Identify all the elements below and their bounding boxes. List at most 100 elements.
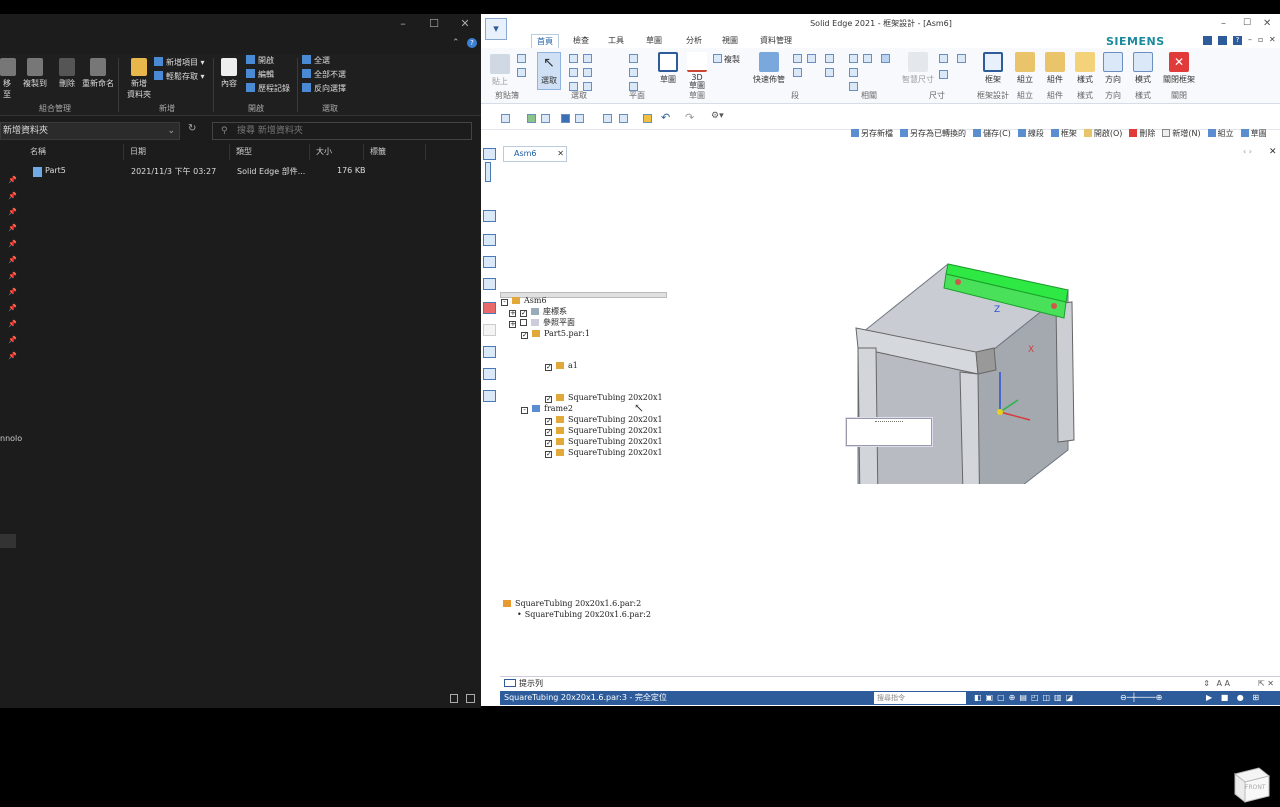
close-icon[interactable]: ✕ <box>1269 147 1277 157</box>
list-item[interactable]: SquareTubing 20x20x1.6.par:2 <box>503 598 641 609</box>
checkbox-checked-icon[interactable]: ✓ <box>520 310 527 317</box>
history-button[interactable]: 歷程記錄 <box>246 82 290 96</box>
3d-frame-model[interactable] <box>818 244 1090 484</box>
document-tab[interactable]: Asm6 ✕ <box>503 146 567 162</box>
3d-sketch-button[interactable]: 3D 草圖 <box>684 52 710 90</box>
address-bar[interactable]: 新增資料夾 ⌄ <box>0 122 180 140</box>
tree-icon[interactable] <box>483 368 496 380</box>
refresh-icon[interactable]: ↻ <box>188 123 196 134</box>
column-name[interactable]: 名稱 <box>24 144 124 160</box>
tree-item[interactable]: ✓ SquareTubing 20x20x1 <box>545 425 663 436</box>
frame-command-button[interactable]: 框架 <box>1050 128 1077 139</box>
tree-item[interactable]: ✓ SquareTubing 20x20x1 <box>545 392 663 403</box>
tab-view[interactable]: 視圖 <box>716 34 744 48</box>
view-cube[interactable]: FRONT <box>1229 760 1273 804</box>
curve-icon[interactable] <box>825 68 834 77</box>
select-all-button[interactable]: 全選 <box>302 54 330 68</box>
copy-to-button[interactable]: 複製到 <box>22 58 48 89</box>
plane-icon[interactable] <box>629 68 638 77</box>
scroll-arrows-icon[interactable]: ⇕ <box>1203 677 1210 691</box>
new-button[interactable]: 新增(N) <box>1162 128 1201 139</box>
expand-icon[interactable]: + <box>509 310 516 317</box>
select-tool-icon[interactable] <box>583 54 592 63</box>
view-tools-icons[interactable]: ◧▣▢⊕▤◰◫▥◪ <box>974 691 1077 705</box>
paste-button[interactable]: 貼上 <box>489 54 511 87</box>
view-icon[interactable] <box>483 346 496 358</box>
checkbox-checked-icon[interactable]: ✓ <box>545 451 552 458</box>
dimension-tool-icon[interactable] <box>957 54 966 63</box>
plane-icon[interactable] <box>629 54 638 63</box>
help-panel-icon[interactable] <box>483 234 496 246</box>
properties-icon[interactable] <box>603 114 612 123</box>
column-date[interactable]: 日期 <box>124 144 230 160</box>
select-tool-icon[interactable] <box>569 68 578 77</box>
minimize-icon[interactable]: – <box>1221 18 1226 29</box>
maximize-icon[interactable]: ☐ <box>419 14 449 34</box>
tab-sketch[interactable]: 草圖 <box>640 34 668 48</box>
tab-analyze[interactable]: 分析 <box>680 34 708 48</box>
quick-pipe-button[interactable]: 快速佈管 <box>749 52 789 85</box>
drag-grip[interactable] <box>875 421 903 425</box>
copy-sketch-button[interactable]: 複製 <box>713 54 740 65</box>
dimension-tool-icon[interactable] <box>939 70 948 79</box>
save-as-icon[interactable] <box>575 114 584 123</box>
tab-home[interactable]: 首頁 <box>531 34 559 48</box>
tree-item[interactable]: ✓ SquareTubing 20x20x1 <box>545 414 663 425</box>
relate-icon[interactable] <box>849 54 858 63</box>
dimension-tool-icon[interactable] <box>939 54 948 63</box>
tree-item[interactable]: ✓ SquareTubing 20x20x1 <box>545 447 663 458</box>
close-icon[interactable]: ✕ <box>450 14 480 34</box>
copy-icon[interactable] <box>517 68 526 77</box>
pathfinder-icon[interactable] <box>483 148 496 160</box>
print-icon[interactable] <box>619 114 628 123</box>
select-button[interactable]: ↖ 選取 <box>537 52 561 90</box>
tab-nav-icon[interactable]: ‹ › <box>1243 147 1252 156</box>
invert-selection-button[interactable]: 反向選擇 <box>302 82 346 96</box>
tiles-view-icon[interactable] <box>466 694 475 703</box>
relate-icon[interactable] <box>863 54 872 63</box>
mode-button[interactable]: 模式 <box>1131 52 1155 85</box>
frame-button[interactable]: 框架 <box>981 52 1005 85</box>
minimize-icon[interactable]: – <box>388 14 418 34</box>
select-none-button[interactable]: 全部不選 <box>302 68 346 82</box>
assemble-command-button[interactable]: 組立 <box>1207 128 1234 139</box>
relate-icon[interactable] <box>849 82 858 91</box>
edit-button[interactable]: 編輯 <box>246 68 274 82</box>
tab-data-management[interactable]: 資料管理 <box>754 34 798 48</box>
folder-icon[interactable] <box>643 114 652 123</box>
pathfinder-tab[interactable] <box>485 162 491 182</box>
checkbox-checked-icon[interactable]: ✓ <box>521 332 528 339</box>
column-tags[interactable]: 標籤 <box>364 144 426 160</box>
arc-icon[interactable] <box>793 68 802 77</box>
redo-icon[interactable]: ↷ <box>685 111 694 124</box>
help-icon[interactable]: ? <box>1233 36 1242 45</box>
move-to-button[interactable]: 移至 <box>0 58 16 100</box>
help-icon[interactable]: ? <box>467 38 477 48</box>
layers-icon[interactable] <box>483 210 496 222</box>
checkbox-checked-icon[interactable]: ✓ <box>545 429 552 436</box>
relate-icon[interactable] <box>881 54 890 63</box>
close-icon[interactable]: ✕ <box>1263 18 1271 29</box>
zoom-slider[interactable]: ⊖─┼────⊕ <box>1120 691 1162 705</box>
prompt-bar[interactable]: 提示列 ⇕ A A ⇱ ✕ <box>500 676 1280 690</box>
checkbox-checked-icon[interactable]: ✓ <box>545 364 552 371</box>
line-icon[interactable] <box>793 54 802 63</box>
maximize-icon[interactable]: ☐ <box>1243 18 1251 28</box>
expand-icon[interactable]: - <box>521 407 528 414</box>
tree-item[interactable]: + ✓ 座標系 <box>509 306 567 317</box>
chevron-up-icon[interactable]: ⌃ <box>452 38 460 48</box>
close-frame-button[interactable]: ✕ 關閉框架 <box>1159 52 1199 85</box>
tree-item[interactable]: ✓ Part5.par:1 <box>521 328 590 339</box>
relate-icon[interactable] <box>849 68 858 77</box>
properties-button[interactable]: 內容 <box>218 58 240 89</box>
font-size-icon[interactable]: A A <box>1217 677 1231 691</box>
prompt-controls-icon[interactable]: ⇱ ✕ <box>1258 677 1274 691</box>
smart-dimension-button[interactable]: 智慧尺寸 <box>901 52 935 85</box>
select-tool-icon[interactable] <box>583 68 592 77</box>
save-icon[interactable] <box>561 114 570 123</box>
open-button[interactable]: 開啟(O) <box>1083 128 1122 139</box>
line-button[interactable]: 線段 <box>1017 128 1044 139</box>
rename-button[interactable]: 重新命名 <box>82 58 114 89</box>
delete-button[interactable]: 刪除 <box>56 58 78 89</box>
easy-access-button[interactable]: 輕鬆存取 ▾ <box>154 70 205 84</box>
